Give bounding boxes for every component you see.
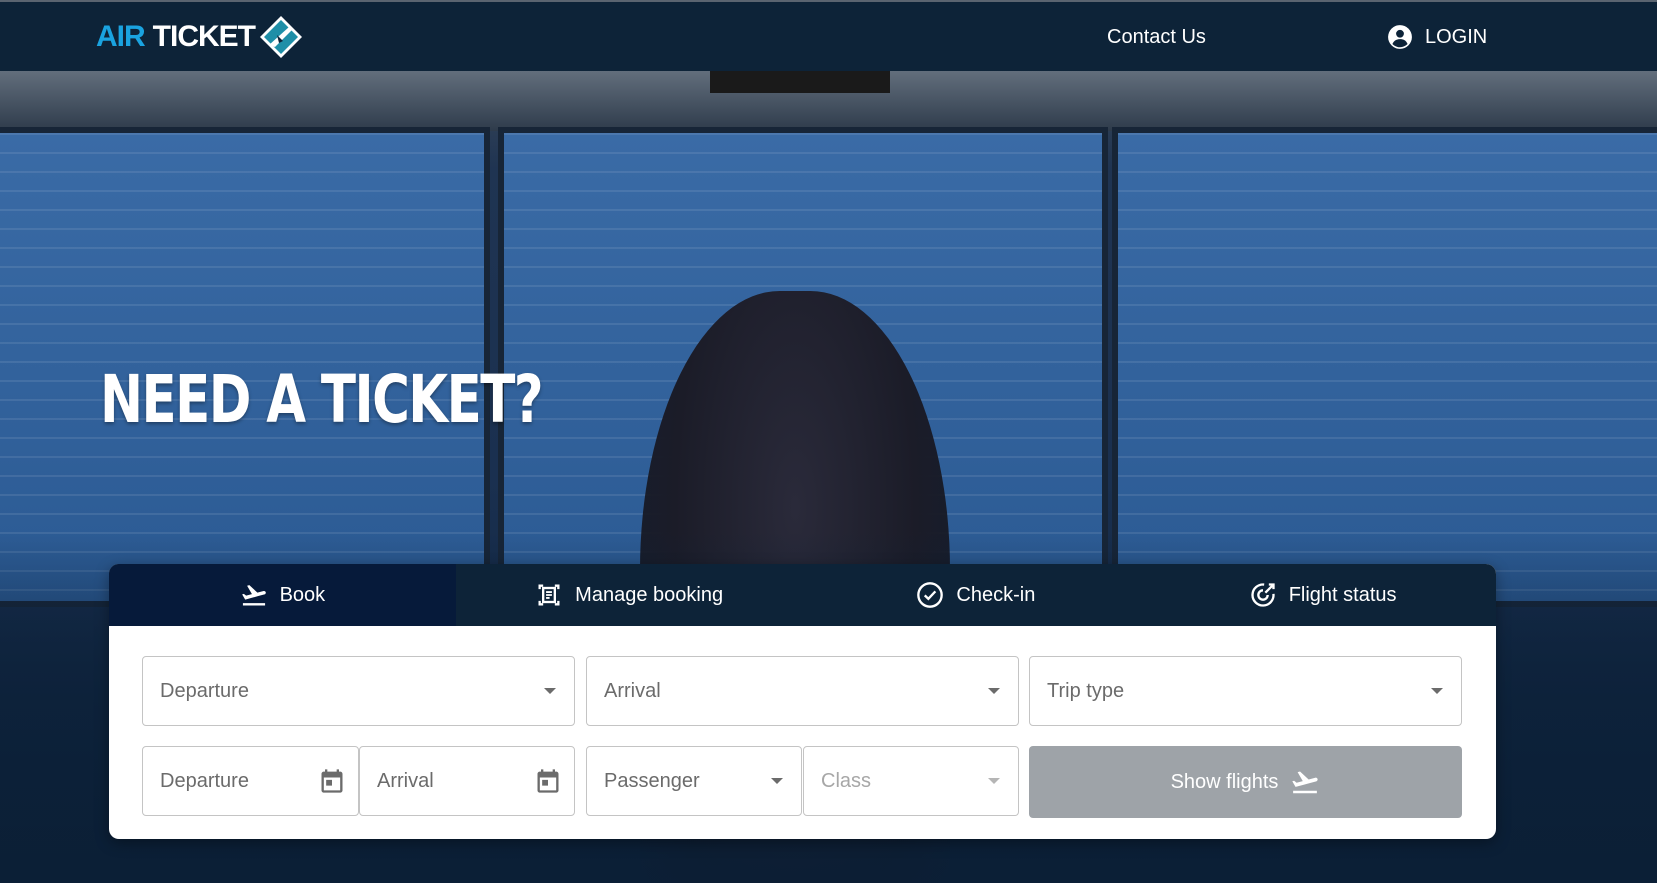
- chevron-down-icon: [988, 688, 1000, 694]
- chevron-down-icon: [1431, 688, 1443, 694]
- booking-panel: Book Manage booking Check-in Flight stat…: [109, 564, 1496, 839]
- arrival-date-placeholder: Arrival: [377, 769, 434, 792]
- show-flights-button[interactable]: Show flights: [1029, 746, 1462, 818]
- login-label: LOGIN: [1425, 25, 1488, 48]
- login-button[interactable]: LOGIN: [1387, 24, 1487, 50]
- chevron-down-icon: [988, 778, 1000, 784]
- tab-manage-booking[interactable]: Manage booking: [456, 564, 803, 626]
- class-placeholder: Class: [821, 769, 872, 792]
- passenger-select[interactable]: Passenger: [586, 746, 802, 816]
- hero-title: NEED A TICKET?: [100, 361, 544, 438]
- logo-ticket-text: TICKET: [152, 20, 256, 53]
- trip-type-select[interactable]: Trip type: [1029, 656, 1462, 726]
- departure-select-placeholder: Departure: [160, 679, 249, 702]
- tab-manage-booking-label: Manage booking: [575, 583, 724, 606]
- departure-date-field[interactable]: Departure: [142, 746, 359, 816]
- logo-air-text: AIR: [96, 20, 146, 53]
- tab-flight-status-label: Flight status: [1288, 583, 1397, 606]
- tab-book[interactable]: Book: [109, 564, 456, 626]
- booking-tabs: Book Manage booking Check-in Flight stat…: [109, 564, 1496, 626]
- booking-document-icon: [538, 584, 560, 606]
- tab-book-label: Book: [279, 583, 326, 606]
- chevron-down-icon: [771, 778, 783, 784]
- passenger-placeholder: Passenger: [604, 769, 700, 792]
- flight-status-icon: [1251, 583, 1275, 607]
- plane-takeoff-icon: [1292, 771, 1319, 794]
- check-circle-icon: [917, 582, 944, 608]
- logo[interactable]: AIR TICKET: [96, 14, 303, 60]
- arrival-select[interactable]: Arrival: [586, 656, 1019, 726]
- contact-us-link[interactable]: Contact Us: [1107, 26, 1206, 49]
- class-select[interactable]: Class: [803, 746, 1019, 816]
- trip-type-placeholder: Trip type: [1047, 679, 1125, 702]
- arrival-select-placeholder: Arrival: [604, 679, 661, 702]
- calendar-icon[interactable]: [534, 767, 562, 795]
- plane-takeoff-icon: [241, 585, 266, 606]
- tab-flight-status[interactable]: Flight status: [1149, 564, 1496, 626]
- tab-check-in[interactable]: Check-in: [803, 564, 1150, 626]
- departure-clock: [710, 71, 890, 93]
- show-flights-label: Show flights: [1170, 770, 1279, 793]
- tab-check-in-label: Check-in: [956, 583, 1036, 606]
- departure-date-placeholder: Departure: [160, 769, 249, 792]
- calendar-icon[interactable]: [318, 767, 346, 795]
- chevron-down-icon: [544, 688, 556, 694]
- top-navbar: AIR TICKET Contact Us LOGIN: [0, 0, 1657, 71]
- arrival-date-field[interactable]: Arrival: [359, 746, 575, 816]
- account-circle-icon: [1388, 25, 1412, 49]
- logo-plane-icon: [260, 16, 302, 58]
- departure-select[interactable]: Departure: [142, 656, 575, 726]
